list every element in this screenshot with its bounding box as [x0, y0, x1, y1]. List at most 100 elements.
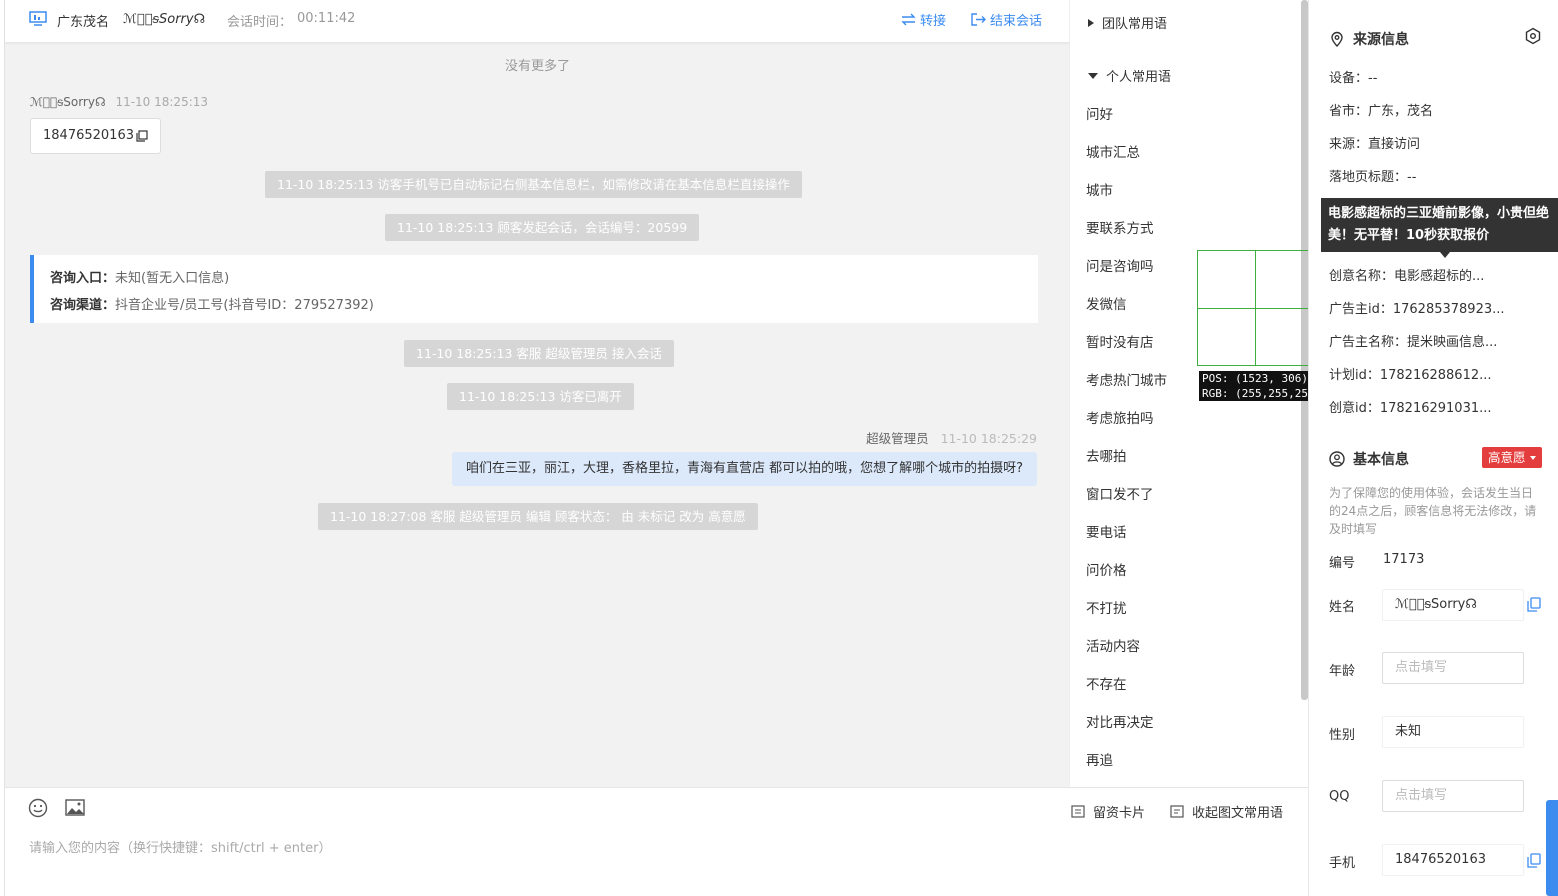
- color-picker-readout: POS: (1523, 306) RGB: (255,255,255): [1199, 371, 1325, 401]
- basic-info-label: 基本信息: [1353, 452, 1409, 468]
- end-session-button[interactable]: 结束会话: [971, 10, 1042, 29]
- consult-channel-value: 抖音企业号/员工号(抖音号ID：279527392): [115, 298, 374, 313]
- visitor-name: ℳ⃝⃝ᵴSorry☊: [123, 12, 206, 27]
- qq-field[interactable]: 点击填写: [1382, 780, 1524, 812]
- copy-name-icon[interactable]: [1527, 597, 1541, 612]
- age-field[interactable]: 点击填写: [1382, 652, 1524, 684]
- phrase-item[interactable]: 考虑旅拍吗: [1086, 407, 1154, 427]
- lead-card-button[interactable]: 留资卡片: [1071, 802, 1145, 821]
- chat-panel: 广东茂名 ℳ⃝⃝ᵴSorry☊ 会话时间： 00:11:42 转接 结束会话 没…: [4, 0, 1070, 787]
- consult-channel-row: 咨询渠道：抖音企业号/员工号(抖音号ID：279527392): [50, 292, 1022, 319]
- transfer-icon: [901, 13, 916, 26]
- crosshair-horizontal: [1198, 308, 1312, 309]
- source-device: 设备：--: [1329, 71, 1378, 86]
- consult-channel-label: 咨询渠道：: [50, 298, 116, 313]
- source-plan-id: 计划id：178216288612...: [1329, 368, 1492, 383]
- team-phrases-label: 团队常用语: [1102, 17, 1168, 32]
- agent-message-time: 11-10 18:25:29: [940, 431, 1037, 446]
- customer-info-panel: 来源信息 设备：-- 省市：广东，茂名 来源：直接访问 落地页标题：-- 创意名…: [1308, 0, 1558, 896]
- visitor-message-bubble[interactable]: 18476520163: [30, 118, 161, 154]
- phone-label: 手机: [1329, 856, 1356, 871]
- copy-phone-icon[interactable]: [1527, 853, 1541, 868]
- intent-status-dropdown[interactable]: 高意愿: [1482, 447, 1542, 468]
- floating-side-tab[interactable]: [1546, 800, 1558, 896]
- visitor-message-time: 11-10 18:25:13: [115, 95, 209, 109]
- caret-right-icon: [1088, 18, 1094, 27]
- system-message: 11-10 18:25:13 客服 超级管理员 接入会话: [404, 340, 674, 367]
- phrase-item[interactable]: 要联系方式: [1086, 217, 1154, 237]
- monitor-icon: [29, 11, 47, 26]
- gender-field[interactable]: 未知: [1382, 716, 1524, 748]
- source-advertiser-name: 广告主名称：提米映画信息...: [1329, 335, 1498, 350]
- consult-entry-label: 咨询入口：: [50, 271, 116, 286]
- phrase-item[interactable]: 不打扰: [1086, 597, 1127, 617]
- chat-header: 广东茂名 ℳ⃝⃝ᵴSorry☊ 会话时间： 00:11:42 转接 结束会话: [5, 0, 1070, 43]
- message-input-area: 留资卡片 收起图文常用语 请输入您的内容（换行快捷键：shift/ctrl + …: [4, 787, 1308, 896]
- chevron-down-icon: [1529, 455, 1536, 460]
- phrase-item[interactable]: 去哪拍: [1086, 445, 1127, 465]
- phrase-item[interactable]: 城市: [1086, 179, 1113, 199]
- basic-info-title: 基本信息: [1329, 449, 1409, 469]
- intent-status-value: 高意愿: [1488, 450, 1526, 465]
- consult-info-card: 咨询入口：未知(暂无入口信息) 咨询渠道：抖音企业号/员工号(抖音号ID：279…: [30, 255, 1038, 323]
- caret-down-icon: [1088, 72, 1098, 79]
- personal-phrases-group[interactable]: 个人常用语: [1088, 66, 1171, 85]
- source-advertiser-id: 广告主id：176285378923...: [1329, 302, 1505, 317]
- edit-deadline-note: 为了保障您的使用体验，会话发生当日的24点之后，顾客信息将无法修改，请及时填写: [1329, 486, 1537, 536]
- visitor-message-text: 18476520163: [43, 128, 134, 143]
- age-label: 年龄: [1329, 664, 1356, 679]
- phone-field[interactable]: 18476520163: [1382, 844, 1524, 876]
- collapse-phrases-label: 收起图文常用语: [1192, 806, 1284, 821]
- system-message: 11-10 18:27:08 客服 超级管理员 编辑 顾客状态： 由 未标记 改…: [318, 503, 758, 530]
- no-more-messages: 没有更多了: [504, 59, 570, 74]
- phrase-item[interactable]: 再追: [1086, 749, 1113, 769]
- phrase-item[interactable]: 考虑热门城市: [1086, 369, 1167, 389]
- source-origin: 来源：直接访问: [1329, 137, 1421, 152]
- source-creative-name[interactable]: 创意名称：电影感超标的...: [1329, 265, 1484, 284]
- phrase-item[interactable]: 对比再决定: [1086, 711, 1154, 731]
- visitor-message-meta: ℳ⃝⃝ᵴSorry☊ 11-10 18:25:13: [30, 95, 208, 109]
- phrase-item[interactable]: 暂时没有店: [1086, 331, 1154, 351]
- picker-position: POS: (1523, 306): [1202, 372, 1308, 385]
- consult-entry-value: 未知(暂无入口信息): [115, 271, 230, 286]
- copy-icon[interactable]: [136, 130, 148, 142]
- system-message: 11-10 18:25:13 顾客发起会话，会话编号：20599: [385, 214, 700, 241]
- phrase-item[interactable]: 要电话: [1086, 521, 1127, 541]
- phrase-item[interactable]: 城市汇总: [1086, 141, 1140, 161]
- session-time: 00:11:42: [297, 11, 356, 26]
- phrase-item[interactable]: 活动内容: [1086, 635, 1140, 655]
- transfer-label: 转接: [920, 14, 947, 29]
- card-icon: [1071, 805, 1085, 818]
- customer-service-app: 广东茂名 ℳ⃝⃝ᵴSorry☊ 会话时间： 00:11:42 转接 结束会话 没…: [0, 0, 1558, 896]
- source-creative-id: 创意id：178216291031...: [1329, 401, 1492, 416]
- phrase-item[interactable]: 问好: [1086, 103, 1113, 123]
- logout-icon: [971, 13, 986, 26]
- phrase-item[interactable]: 问是咨询吗: [1086, 255, 1154, 275]
- user-circle-icon: [1329, 451, 1345, 467]
- session-time-label: 会话时间：: [227, 15, 293, 30]
- tooltip-arrow: [1440, 252, 1450, 258]
- emoji-icon[interactable]: [28, 798, 48, 818]
- phrase-item[interactable]: 窗口发不了: [1086, 483, 1154, 503]
- settings-icon[interactable]: [1524, 27, 1542, 45]
- image-icon[interactable]: [65, 799, 85, 816]
- color-picker-magnifier: [1197, 250, 1313, 366]
- phrase-item[interactable]: 问价格: [1086, 559, 1127, 579]
- source-info-title: 来源信息: [1329, 29, 1409, 49]
- gender-label: 性别: [1329, 728, 1356, 743]
- transfer-button[interactable]: 转接: [901, 10, 946, 29]
- personal-phrases-label: 个人常用语: [1106, 70, 1172, 85]
- location-pin-icon: [1331, 31, 1343, 47]
- message-input[interactable]: 请输入您的内容（换行快捷键：shift/ctrl + enter）: [29, 837, 332, 856]
- source-province: 省市：广东，茂名: [1329, 104, 1434, 119]
- collapse-phrases-button[interactable]: 收起图文常用语: [1170, 802, 1283, 821]
- agent-message-bubble[interactable]: 咱们在三亚，丽江，大理，香格里拉，青海有直营店 都可以拍的哦，您想了解哪个城市的…: [451, 452, 1037, 486]
- phrase-item[interactable]: 不存在: [1086, 673, 1127, 693]
- team-phrases-group[interactable]: 团队常用语: [1088, 13, 1167, 32]
- name-field[interactable]: ℳ⃝⃝ᵴSorry☊: [1382, 589, 1524, 621]
- id-label: 编号: [1329, 556, 1356, 571]
- phrase-item[interactable]: 发微信: [1086, 293, 1127, 313]
- visitor-location: 广东茂名: [57, 15, 110, 30]
- agent-message-name: 超级管理员: [866, 431, 929, 446]
- visitor-message-name: ℳ⃝⃝ᵴSorry☊: [30, 95, 106, 109]
